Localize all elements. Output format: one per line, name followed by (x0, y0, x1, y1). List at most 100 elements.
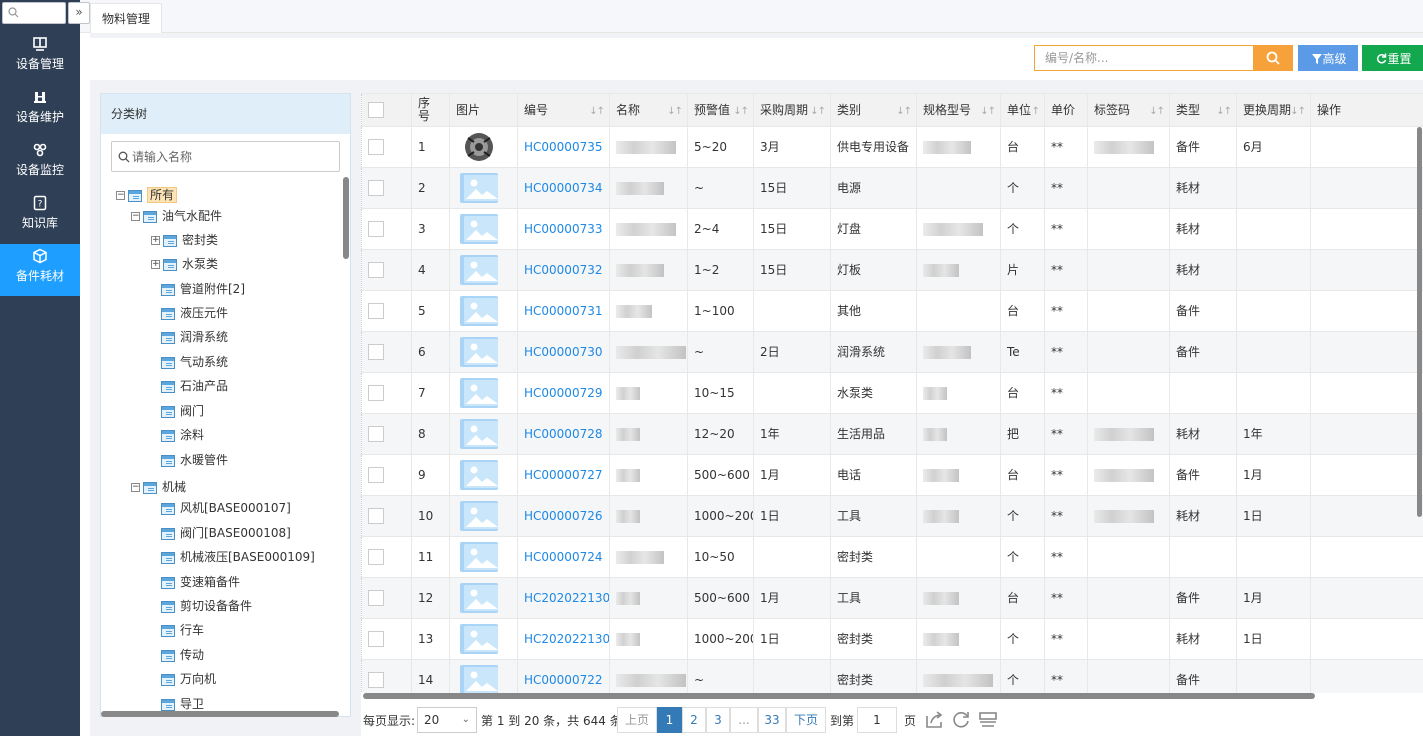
sidebar-search-input[interactable] (2, 2, 66, 24)
cell-actions[interactable] (1310, 208, 1423, 250)
cell-actions[interactable] (1310, 618, 1423, 660)
column-settings-button[interactable] (975, 707, 1001, 733)
cell-actions[interactable] (1310, 290, 1423, 332)
page-size-select[interactable]: 20 ⌄ (417, 707, 477, 733)
page-button[interactable]: 33 (758, 707, 786, 733)
prev-page-button[interactable]: 上页 (617, 707, 657, 733)
column-header[interactable]: 名称 ↓↑ (609, 93, 688, 127)
sort-icon[interactable]: ↓↑ (810, 105, 826, 119)
tree-node-label[interactable]: 机械 (162, 480, 186, 494)
cell-code[interactable]: HC00000727 (517, 454, 610, 496)
cell-code-text[interactable]: HC00000728 (524, 427, 602, 441)
table-row[interactable]: 8 HC00000728 12~20 1年 生活用品 把 ** 耗材 1年 (361, 413, 1423, 455)
cell-code-text[interactable]: HC00000722 (524, 673, 602, 687)
grid-vertical-scrollbar[interactable] (1417, 127, 1422, 517)
cell-actions[interactable] (1310, 126, 1423, 168)
row-checkbox[interactable] (368, 426, 384, 442)
sort-icon[interactable]: ↓↑ (980, 105, 996, 119)
goto-page-input[interactable]: 1 (857, 707, 897, 733)
tree-node[interactable]: 液压元件 (161, 302, 228, 324)
tree-node-label[interactable]: 万向机 (180, 672, 216, 686)
advanced-search-button[interactable]: 高级 (1298, 45, 1358, 71)
cell-code[interactable]: HC00000722 (517, 659, 610, 693)
row-select[interactable] (361, 577, 412, 619)
table-row[interactable]: 1 HC00000735 5~20 3月 供电专用设备 台 ** 备件 6月 (361, 126, 1423, 168)
tree-node-label[interactable]: 油气水配件 (162, 209, 222, 223)
next-page-button[interactable]: 下页 (786, 707, 826, 733)
cell-actions[interactable] (1310, 454, 1423, 496)
sort-icon[interactable]: ↓↑ (733, 105, 749, 119)
tree-node[interactable]: 万向机 (161, 668, 216, 690)
tree-node[interactable]: − 油气水配件 (131, 205, 222, 227)
row-checkbox[interactable] (368, 467, 384, 483)
row-checkbox[interactable] (368, 631, 384, 647)
cell-actions[interactable] (1310, 659, 1423, 693)
tree-node[interactable]: − 所有 (116, 184, 178, 206)
table-row[interactable]: 14 HC00000722 ~ 密封类 个 ** 备件 (361, 659, 1423, 693)
tree-node[interactable]: 剪切设备备件 (161, 595, 252, 617)
row-select[interactable] (361, 372, 412, 414)
tree-node-label[interactable]: 管道附件[2] (180, 282, 245, 296)
cell-code[interactable]: HC00000734 (517, 167, 610, 209)
table-row[interactable]: 5 HC00000731 1~100 其他 台 ** 备件 (361, 290, 1423, 332)
table-row[interactable]: 7 HC00000729 10~15 水泵类 台 ** (361, 372, 1423, 414)
cell-actions[interactable] (1310, 249, 1423, 291)
table-row[interactable]: 2 HC00000734 ~15日 电源 个 ** 耗材 (361, 167, 1423, 209)
table-row[interactable]: 9 HC00000727 500~600 1月 电话 台 ** 备件 1月 (361, 454, 1423, 496)
nav-item-maintenance[interactable]: 设备维护 (0, 85, 80, 137)
row-checkbox[interactable] (368, 344, 384, 360)
tree-node[interactable]: − 机械 (131, 476, 186, 498)
row-select[interactable] (361, 126, 412, 168)
header-select-all[interactable] (361, 93, 412, 127)
tree-node[interactable]: 风机[BASE000107] (161, 497, 291, 519)
cell-code-text[interactable]: HC00000733 (524, 222, 602, 236)
cell-code-text[interactable]: HC2020221300002 (524, 591, 609, 605)
row-checkbox[interactable] (368, 139, 384, 155)
sort-icon[interactable]: ↓↑ (1149, 105, 1165, 119)
cell-code-text[interactable]: HC00000726 (524, 509, 602, 523)
page-button[interactable]: 3 (706, 707, 730, 733)
tree-node-label[interactable]: 水暖管件 (180, 453, 228, 467)
cell-code-text[interactable]: HC00000734 (524, 181, 602, 195)
tree-horizontal-scrollbar[interactable] (101, 711, 339, 717)
tree-node-label[interactable]: 导卫 (180, 697, 204, 711)
nav-item-device-management[interactable]: 设备管理 (0, 32, 80, 84)
sort-icon[interactable]: ↓↑ (1024, 105, 1040, 119)
expand-toggle-icon[interactable]: + (151, 260, 160, 269)
tree-node[interactable]: + 密封类 (151, 229, 218, 251)
row-checkbox[interactable] (368, 590, 384, 606)
sort-icon[interactable]: ↓↑ (667, 105, 683, 119)
select-all-checkbox[interactable] (368, 102, 384, 118)
sort-icon[interactable]: ↓↑ (1290, 105, 1306, 119)
row-select[interactable] (361, 413, 412, 455)
tree-node[interactable]: 变速箱备件 (161, 571, 240, 593)
column-header[interactable]: 编号 ↓↑ (517, 93, 610, 127)
tree-node-label[interactable]: 液压元件 (180, 306, 228, 320)
tree-node-label[interactable]: 剪切设备备件 (180, 599, 252, 613)
cell-code-text[interactable]: HC00000727 (524, 468, 602, 482)
sidebar-collapse-button[interactable]: » (68, 2, 90, 24)
page-button[interactable]: 1 (657, 707, 682, 733)
tree-node-label[interactable]: 水泵类 (182, 257, 218, 271)
tree-node[interactable]: 涂料 (161, 424, 204, 446)
sort-icon[interactable]: ↓↑ (589, 105, 605, 119)
table-row[interactable]: 11 HC00000724 10~50 密封类 个 ** (361, 536, 1423, 578)
cell-code-text[interactable]: HC00000724 (524, 550, 602, 564)
tree-node-label[interactable]: 机械液压[BASE000109] (180, 550, 315, 564)
row-select[interactable] (361, 454, 412, 496)
cell-code[interactable]: HC00000732 (517, 249, 610, 291)
tree-node[interactable]: 水暖管件 (161, 449, 228, 471)
cell-code[interactable]: HC00000730 (517, 331, 610, 373)
collapse-toggle-icon[interactable]: − (131, 212, 140, 221)
table-row[interactable]: 6 HC00000730 ~2日 润滑系统 Te ** 备件 (361, 331, 1423, 373)
tree-node-label[interactable]: 阀门[BASE000108] (180, 526, 291, 540)
cell-code-text[interactable]: HC00000729 (524, 386, 602, 400)
tree-node[interactable]: 润滑系统 (161, 326, 228, 348)
cell-code[interactable]: HC00000731 (517, 290, 610, 332)
tree-search-input[interactable] (132, 147, 332, 167)
row-select[interactable] (361, 208, 412, 250)
cell-code[interactable]: HC00000724 (517, 536, 610, 578)
refresh-button[interactable] (948, 707, 974, 733)
tree-node-label[interactable]: 润滑系统 (180, 330, 228, 344)
cell-code[interactable]: HC00000728 (517, 413, 610, 455)
